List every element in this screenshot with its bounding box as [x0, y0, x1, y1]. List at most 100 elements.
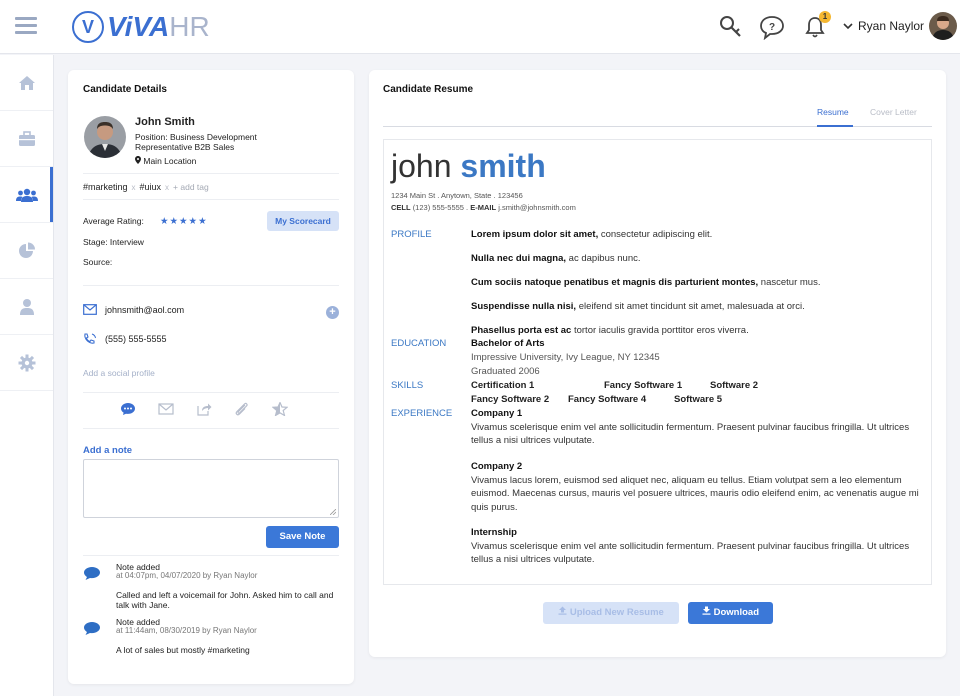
nav-profile[interactable]: [0, 279, 53, 335]
divider: [83, 555, 339, 556]
user-avatar[interactable]: [929, 12, 957, 40]
envelope-icon: [83, 304, 97, 315]
candidate-name: John Smith: [135, 116, 195, 128]
location-label: Main Location: [143, 156, 197, 166]
upload-icon: [558, 606, 567, 615]
education-graduated: Graduated 2006: [471, 366, 540, 377]
note-textarea[interactable]: [83, 459, 339, 518]
nav-reports[interactable]: [0, 223, 53, 279]
location-pin-icon: [135, 156, 141, 164]
education-school: Impressive University, Ivy League, NY 12…: [471, 352, 660, 363]
logo[interactable]: V ViVA HR: [72, 10, 210, 44]
comment-bubble-icon: [84, 567, 100, 580]
upload-new-resume-button[interactable]: Upload New Resume: [543, 602, 679, 624]
profile-rest: consectetur adipiscing elit.: [598, 229, 713, 240]
user-menu[interactable]: Ryan Naylor: [843, 19, 924, 33]
message-icon[interactable]: [120, 402, 136, 416]
key-icon[interactable]: [718, 14, 744, 40]
email-icon[interactable]: [158, 402, 174, 416]
download-button[interactable]: Download: [688, 602, 773, 624]
add-contact-icon[interactable]: +: [326, 306, 339, 319]
resize-handle-icon[interactable]: [330, 509, 336, 515]
chevron-down-icon: [843, 23, 853, 30]
profile-bold: Phasellus porta est ac: [471, 325, 572, 336]
note-meta: at 04:07pm, 04/07/2020 by Ryan Naylor: [116, 571, 258, 580]
divider: [83, 199, 339, 200]
my-scorecard-button[interactable]: My Scorecard: [267, 211, 339, 231]
section-profile: PROFILE: [391, 229, 432, 240]
top-bar: V ViVA HR ? 1 Ryan Naylor: [0, 0, 960, 54]
phone-row: (555) 555-5555: [83, 333, 167, 345]
source-label: Source:: [83, 257, 113, 267]
section-education: EDUCATION: [391, 338, 447, 349]
experience-item: Company 2 Vivamus lacus lorem, euismod s…: [471, 460, 929, 514]
tab-cover-letter[interactable]: Cover Letter: [870, 107, 917, 117]
experience-text: Vivamus scelerisque enim vel ante sollic…: [471, 421, 910, 447]
resume-address: 1234 Main St . Anytown, State . 123456: [391, 191, 523, 200]
candidate-email[interactable]: johnsmith@aol.com: [105, 305, 184, 315]
star-icon[interactable]: [271, 401, 289, 417]
profile-line: Phasellus porta est ac tortor iaculis gr…: [471, 324, 749, 337]
candidate-photo: [84, 116, 126, 158]
profile-rest: ac dapibus nunc.: [566, 253, 641, 264]
profile-line: Nulla nec dui magna, ac dapibus nunc.: [471, 252, 641, 265]
experience-item: Company 1 Vivamus scelerisque enim vel a…: [471, 407, 929, 448]
notification-badge: 1: [819, 11, 831, 23]
logo-badge: V: [72, 11, 104, 43]
divider: [83, 392, 339, 393]
profile-bold: Suspendisse nulla nisi,: [471, 301, 577, 312]
share-icon[interactable]: [196, 402, 212, 416]
candidate-actions: [120, 401, 289, 417]
note-body: Called and left a voicemail for John. As…: [116, 590, 334, 610]
svg-text:?: ?: [769, 22, 775, 33]
skills-row: Certification 1 Fancy Software 1 Software …: [471, 380, 758, 391]
bell-icon[interactable]: 1: [802, 11, 831, 40]
user-name: Ryan Naylor: [858, 19, 925, 33]
rating-stars: ★★★★★: [160, 216, 208, 227]
nav-settings[interactable]: [0, 335, 53, 391]
profile-rest: eleifend sit amet tincidunt sit amet, ma…: [576, 301, 805, 312]
hamburger-menu-icon[interactable]: [15, 17, 37, 37]
candidate-phone[interactable]: (555) 555-5555: [105, 334, 167, 344]
average-rating-label: Average Rating:: [83, 216, 144, 226]
attachment-icon[interactable]: [234, 402, 250, 416]
cell-value: (123) 555-5555 .: [412, 203, 469, 212]
divider: [83, 173, 339, 174]
user-icon: [19, 298, 34, 315]
tag-marketing[interactable]: #marketing: [83, 182, 128, 192]
tag-uiux[interactable]: #uiux: [140, 182, 162, 192]
tag-remove-button[interactable]: x: [165, 183, 169, 192]
logo-brand: ViVA: [107, 11, 170, 42]
users-icon: [15, 188, 38, 202]
profile-rest: nascetur mus.: [758, 277, 821, 288]
comment-bubble-icon: [84, 622, 100, 635]
profile-bold: Lorem ipsum dolor sit amet,: [471, 229, 599, 240]
save-note-button[interactable]: Save Note: [266, 526, 339, 548]
chat-help-icon[interactable]: ?: [759, 14, 785, 41]
candidate-position: Position: Business Development Represent…: [135, 132, 257, 152]
skill-item: Fancy Software 2: [471, 394, 550, 405]
resume-document: john smith 1234 Main St . Anytown, State…: [383, 139, 932, 585]
profile-bold: Cum sociis natoque penatibus et magnis d…: [471, 277, 759, 288]
skill-item: Certification 1: [471, 380, 535, 391]
candidate-location: Main Location: [135, 156, 196, 166]
resume-name: john smith: [391, 148, 546, 185]
nav-jobs[interactable]: [0, 111, 53, 167]
nav-home[interactable]: [0, 55, 53, 111]
pie-chart-icon: [18, 242, 35, 258]
note-meta: at 11:44am, 08/30/2019 by Ryan Naylor: [116, 626, 257, 635]
experience-text: Vivamus scelerisque enim vel ante sollic…: [471, 540, 910, 566]
logo-suffix: HR: [169, 11, 210, 42]
add-social-profile-link[interactable]: Add a social profile: [83, 368, 155, 378]
download-label: Download: [713, 607, 760, 618]
divider: [83, 285, 339, 286]
resume-contact: CELL (123) 555-5555 . E-MAIL j.smith@joh…: [391, 203, 576, 212]
tag-remove-button[interactable]: x: [132, 183, 136, 192]
skill-item: Software 2: [710, 380, 759, 391]
experience-title: Company 1: [471, 408, 523, 419]
profile-line: Cum sociis natoque penatibus et magnis d…: [471, 276, 820, 289]
nav-candidates[interactable]: [0, 167, 53, 223]
card-title: Candidate Details: [83, 84, 167, 95]
add-tag-input[interactable]: + add tag: [173, 182, 209, 192]
tab-resume[interactable]: Resume: [817, 107, 849, 117]
